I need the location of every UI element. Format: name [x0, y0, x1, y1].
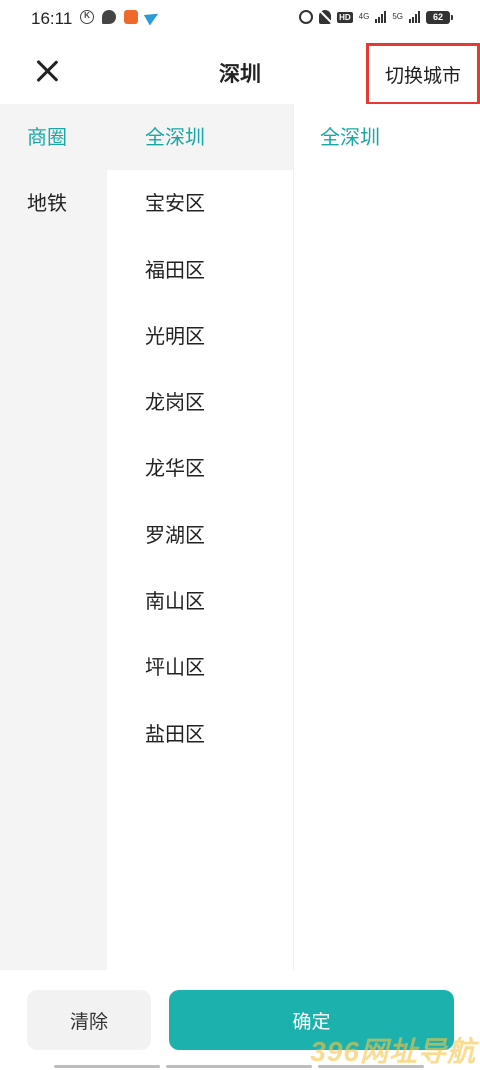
switch-city-button[interactable]: 切换城市	[366, 43, 480, 105]
gesture-bar	[166, 1065, 312, 1068]
district-item[interactable]: 罗湖区	[107, 502, 293, 568]
gesture-bar	[54, 1065, 160, 1068]
district-item[interactable]: 盐田区	[107, 701, 293, 767]
hd-icon: HD	[337, 11, 353, 23]
signal-icon-2	[409, 11, 420, 23]
status-bar: 16:11 K HD 4G 5G 62	[0, 0, 480, 38]
alarm-icon	[299, 10, 314, 24]
district-item[interactable]: 福田区	[107, 237, 293, 303]
header: 深圳 切换城市	[0, 38, 480, 105]
network-4g-label: 4G	[358, 12, 370, 21]
district-item[interactable]: 龙岗区	[107, 369, 293, 435]
district-item[interactable]: 宝安区	[107, 170, 293, 236]
clear-button[interactable]: 清除	[27, 990, 151, 1050]
district-item[interactable]: 龙华区	[107, 435, 293, 501]
signal-icon	[375, 11, 387, 23]
status-right-icons: HD 4G 5G 62	[299, 10, 453, 24]
district-item[interactable]: 全深圳	[107, 104, 293, 171]
network-5g-label: 5G	[392, 12, 403, 21]
district-item[interactable]: 南山区	[107, 568, 293, 634]
status-left-icons: K	[80, 8, 162, 26]
k-app-icon: K	[80, 10, 94, 24]
category-item-business-district[interactable]: 商圈	[0, 104, 107, 170]
district-list: 全深圳 宝安区 福田区 光明区 龙岗区 龙华区 罗湖区 南山区 坪山区 盐田区	[107, 104, 294, 970]
app-notification-icon	[124, 10, 138, 24]
sub-area-item[interactable]: 全深圳	[294, 104, 480, 170]
district-item[interactable]: 光明区	[107, 303, 293, 369]
battery-icon: 62	[426, 10, 453, 24]
chat-icon	[102, 10, 116, 24]
category-item-subway[interactable]: 地铁	[0, 170, 107, 236]
status-time: 16:11	[31, 9, 73, 28]
footer: 清除 确定 396网址导航	[0, 970, 480, 1070]
district-item[interactable]: 坪山区	[107, 634, 293, 700]
send-icon	[143, 8, 162, 26]
sub-area-list: 全深圳	[294, 104, 480, 970]
watermark: 396网址导航	[310, 1036, 476, 1067]
category-list: 商圈 地铁	[0, 104, 107, 970]
mute-icon	[319, 10, 332, 24]
